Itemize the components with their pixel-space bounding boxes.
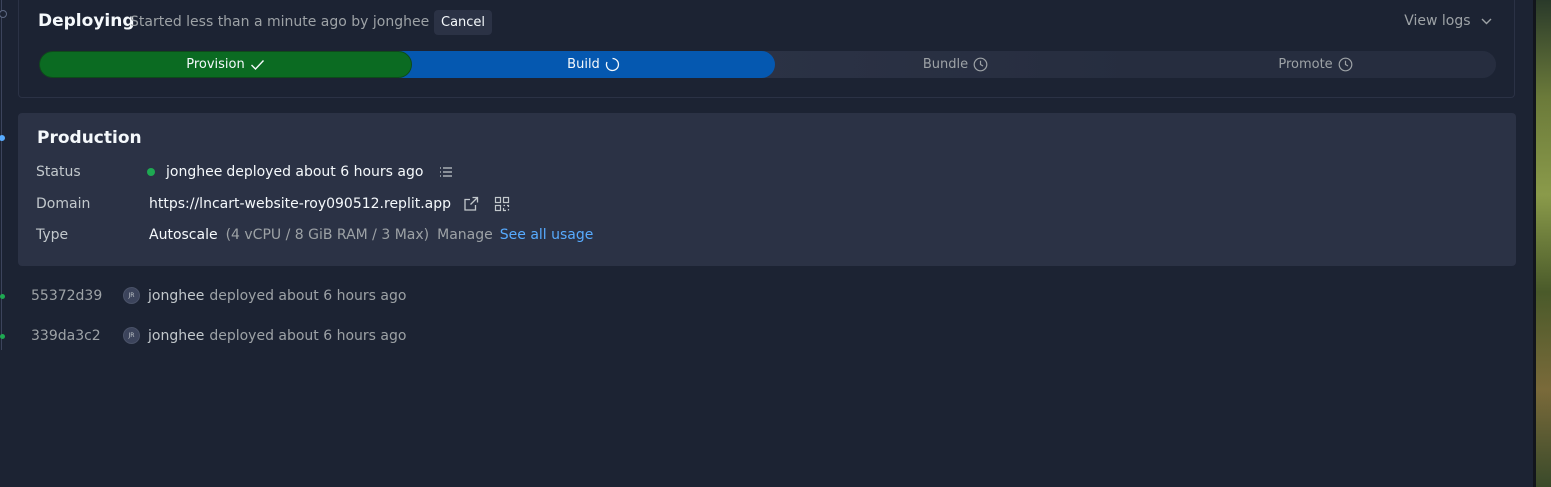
status-dot-icon <box>147 168 155 176</box>
type-label: Type <box>36 227 69 243</box>
status-user: jonghee <box>166 164 223 180</box>
list-icon[interactable] <box>439 166 453 178</box>
status-label: Status <box>36 164 81 180</box>
step-promote: Promote <box>1119 51 1496 78</box>
type-value: Autoscale (4 vCPU / 8 GiB RAM / 3 Max) M… <box>149 227 593 243</box>
avatar: JR <box>123 287 140 304</box>
history-row[interactable]: 55372d39 JR jonghee deployed about 6 hou… <box>31 287 406 304</box>
check-icon <box>250 59 265 71</box>
commit-hash: 339da3c2 <box>31 327 101 344</box>
deploying-card: Deploying Started less than a minute ago… <box>18 0 1515 98</box>
step-bundle: Bundle <box>759 51 1136 78</box>
spinner-icon <box>605 57 620 72</box>
timeline-dot-production <box>0 135 5 141</box>
production-title: Production <box>37 128 142 148</box>
external-link-icon[interactable] <box>463 196 479 212</box>
view-logs-label: View logs <box>1404 13 1471 29</box>
commit-hash: 55372d39 <box>31 287 103 304</box>
status-text: deployed about 6 hours ago <box>226 164 424 180</box>
status-value: jonghee deployed about 6 hours ago <box>147 164 453 180</box>
view-logs-button[interactable]: View logs <box>1404 13 1492 29</box>
timeline-dot-history-1 <box>0 294 5 299</box>
timeline-line <box>0 0 7 350</box>
chevron-down-icon <box>1481 15 1492 28</box>
type-name: Autoscale <box>149 227 218 243</box>
step-provision: Provision <box>39 51 412 78</box>
step-build: Build <box>399 51 775 78</box>
qr-code-icon[interactable] <box>494 196 510 212</box>
see-all-usage-link[interactable]: See all usage <box>500 227 594 243</box>
clock-icon <box>973 57 988 72</box>
production-card: Production Status jonghee deployed about… <box>18 113 1516 266</box>
cancel-button[interactable]: Cancel <box>434 10 493 35</box>
deployments-panel: Deploying Started less than a minute ago… <box>0 0 1533 487</box>
step-promote-label: Promote <box>1278 57 1333 72</box>
history-user: jonghee <box>148 287 205 304</box>
timeline-dot-deploying <box>0 10 7 18</box>
background-image-edge <box>1533 0 1551 487</box>
history-row[interactable]: 339da3c2 JR jonghee deployed about 6 hou… <box>31 327 406 344</box>
step-build-label: Build <box>567 57 600 72</box>
history-text: deployed about 6 hours ago <box>209 287 407 304</box>
domain-link[interactable]: https://lncart-website-roy090512.replit.… <box>149 196 451 212</box>
deploying-subtitle: Started less than a minute ago by jonghe… <box>130 14 430 30</box>
domain-label: Domain <box>36 196 91 212</box>
domain-value: https://lncart-website-roy090512.replit.… <box>149 196 510 212</box>
clock-icon <box>1338 57 1353 72</box>
step-provision-label: Provision <box>186 57 245 72</box>
history-user: jonghee <box>148 327 205 344</box>
manage-link[interactable]: Manage <box>437 227 493 243</box>
avatar: JR <box>123 327 140 344</box>
deploying-title: Deploying <box>38 11 135 31</box>
deploy-progress-bar: Promote Bundle Build Provision <box>39 51 1496 78</box>
timeline-dot-history-2 <box>0 334 5 339</box>
step-bundle-label: Bundle <box>922 57 969 72</box>
history-text: deployed about 6 hours ago <box>209 327 407 344</box>
type-detail: (4 vCPU / 8 GiB RAM / 3 Max) <box>225 227 430 243</box>
